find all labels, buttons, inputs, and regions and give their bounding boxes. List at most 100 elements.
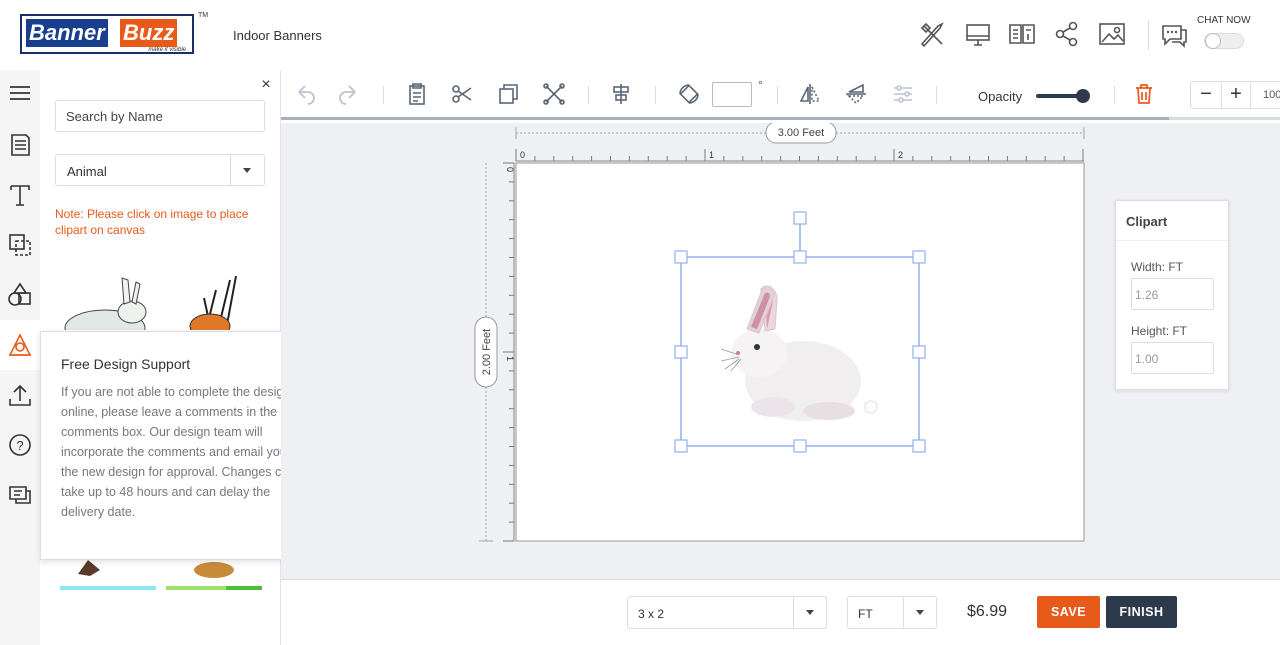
width-ft-input[interactable]: 1.26	[1131, 278, 1214, 310]
design-tools-icon[interactable]	[918, 20, 946, 48]
bottom-bar: 3 x 2 FT $6.99 SAVE FINISH	[281, 579, 1280, 645]
book-icon[interactable]	[1008, 20, 1036, 48]
ruler-left: 01	[503, 162, 515, 542]
ruler-label: 2	[898, 150, 903, 160]
top-bar: Banner Buzz make it visible TM Indoor Ba…	[0, 0, 1280, 70]
template-icon[interactable]	[6, 131, 34, 159]
text-icon[interactable]	[6, 181, 34, 209]
finish-button[interactable]: FINISH	[1106, 596, 1177, 628]
resize-handle	[793, 250, 807, 264]
flip-vertical-icon[interactable]	[844, 82, 868, 106]
toolbar-progress	[281, 117, 1169, 120]
breadcrumb[interactable]: Indoor Banners	[233, 28, 322, 43]
logo-tagline: make it visible	[148, 47, 186, 53]
shapes-icon[interactable]	[6, 281, 34, 309]
chevron-down-icon	[916, 610, 924, 615]
resize-handle	[912, 345, 926, 359]
width-ft-label: Width: FT	[1131, 260, 1184, 274]
chevron-down-icon	[806, 610, 814, 615]
dropdown-arrow[interactable]	[230, 155, 264, 185]
upload-icon[interactable]	[6, 381, 34, 409]
chat-now-label: CHAT NOW	[1197, 15, 1251, 26]
resize-handle	[674, 345, 688, 359]
zoom-out-button[interactable]: −	[1191, 82, 1221, 108]
remove-icon[interactable]	[542, 82, 566, 106]
size-dropdown-arrow[interactable]	[793, 597, 826, 628]
clipart-properties: Clipart Width: FT 1.26 Height: FT 1.00	[1115, 200, 1229, 390]
work-area: 3.00 Feet 2.00 Feet 012 01 Clipart Width…	[281, 123, 1280, 579]
category-select[interactable]: Animal	[55, 154, 265, 186]
resize-handle	[793, 439, 807, 453]
toolbar-divider	[588, 86, 589, 104]
save-button[interactable]: SAVE	[1037, 596, 1100, 628]
header-divider	[1148, 20, 1149, 50]
size-select[interactable]: 3 x 2	[627, 596, 827, 629]
panel-close-button[interactable]: ×	[259, 77, 273, 93]
unit-value: FT	[858, 607, 873, 621]
ruler-label: 1	[709, 150, 714, 160]
align-icon[interactable]	[609, 82, 633, 106]
redo-icon[interactable]	[337, 82, 361, 106]
share-icon[interactable]	[1053, 20, 1081, 48]
flip-horizontal-icon[interactable]	[798, 82, 822, 106]
resize-handle	[912, 250, 926, 264]
opacity-slider-handle[interactable]	[1076, 89, 1090, 103]
unit-select[interactable]: FT	[847, 596, 937, 629]
delete-icon[interactable]	[1132, 82, 1156, 106]
opacity-slider[interactable]	[1036, 89, 1090, 103]
rotate-icon[interactable]	[677, 82, 701, 106]
copy-icon[interactable]	[496, 82, 520, 106]
comments-icon[interactable]	[6, 481, 34, 509]
toolbar-divider	[1114, 86, 1115, 104]
design-support-popup: × Free Design Support If you are not abl…	[40, 331, 310, 560]
height-ft-input[interactable]: 1.00	[1131, 342, 1214, 374]
zoom-control: − + 100	[1190, 81, 1280, 109]
toolbar-divider	[655, 86, 656, 104]
layers-icon[interactable]	[6, 231, 34, 259]
width-label: 3.00 Feet	[778, 127, 824, 139]
resize-handle	[674, 439, 688, 453]
height-ft-label: Height: FT	[1131, 324, 1188, 338]
image-icon[interactable]	[1098, 20, 1126, 48]
brand-logo[interactable]: Banner Buzz make it visible TM	[20, 12, 208, 54]
popup-body: If you are not able to complete the desi…	[61, 385, 296, 519]
toolbar-divider	[777, 86, 778, 104]
clipart-icon	[8, 333, 32, 356]
ruler-label: 0	[505, 167, 515, 172]
clipart-note: Note: Please click on image to place cli…	[55, 207, 249, 237]
popup-title: Free Design Support	[61, 356, 191, 372]
category-value: Animal	[67, 164, 107, 179]
zoom-value: 100	[1263, 89, 1280, 101]
unit-dropdown-arrow[interactable]	[903, 597, 936, 628]
degree-label: °	[758, 78, 763, 92]
cut-icon[interactable]	[450, 82, 474, 106]
logo-tm: TM	[198, 12, 209, 19]
rabbit-thumb-image	[64, 277, 147, 330]
resize-handle	[912, 439, 926, 453]
resize-handle	[674, 250, 688, 264]
rotation-input[interactable]	[712, 82, 752, 107]
resize-handle	[793, 211, 807, 225]
clipart-properties-header: Clipart	[1116, 201, 1228, 241]
clipart-thumb-rabbit[interactable]	[60, 270, 156, 330]
logo-banner: Banner	[26, 19, 108, 47]
height-label: 2.00 Feet	[481, 329, 493, 375]
help-icon[interactable]: ?	[6, 431, 34, 459]
adjust-icon[interactable]	[891, 82, 915, 106]
undo-icon[interactable]	[293, 82, 317, 106]
clipart-properties-title: Clipart	[1126, 214, 1168, 229]
monitor-icon[interactable]	[964, 20, 992, 48]
toggle-knob	[1205, 33, 1221, 49]
menu-icon[interactable]	[6, 79, 34, 107]
toolbar-divider	[936, 86, 937, 104]
ruler-label: 1	[505, 356, 515, 361]
chat-icon[interactable]	[1160, 20, 1188, 48]
paste-icon[interactable]	[405, 82, 429, 106]
clipart-tab[interactable]	[0, 320, 40, 370]
logo-buzz: Buzz	[120, 19, 178, 47]
toolbar-divider	[383, 86, 384, 104]
chat-toggle[interactable]	[1204, 33, 1244, 49]
clipart-thumb-2[interactable]	[166, 270, 262, 330]
zoom-in-button[interactable]: +	[1221, 82, 1251, 108]
search-input[interactable]	[55, 100, 265, 132]
